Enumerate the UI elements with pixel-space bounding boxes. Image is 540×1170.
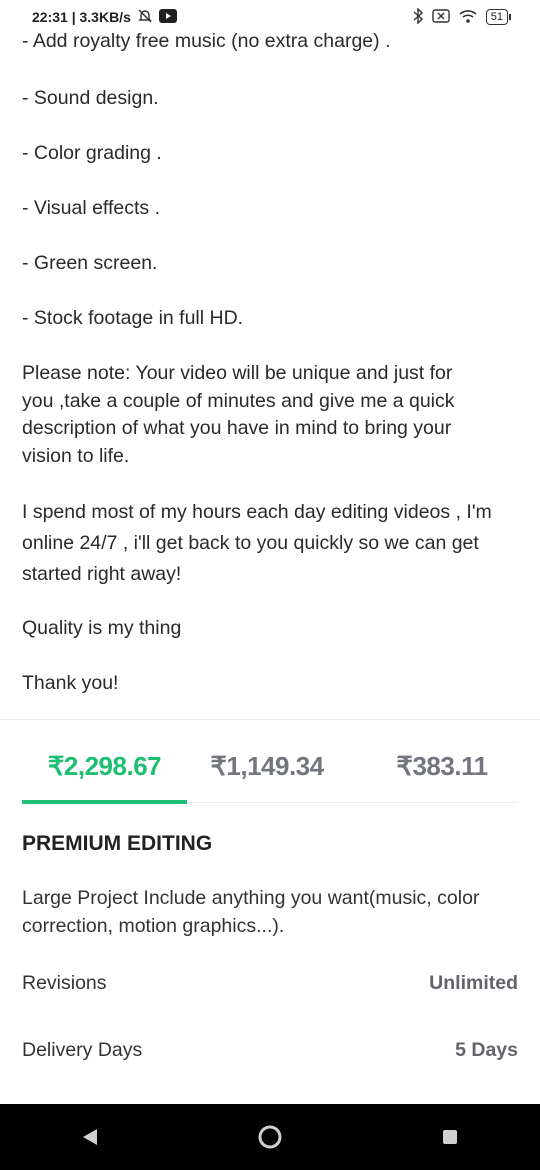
feature-item: - Add royalty free music (no extra charg… bbox=[22, 30, 391, 52]
delivery-row: Delivery Days 5 Days bbox=[22, 1039, 518, 1062]
tab-basic-price[interactable]: ₹2,298.67 bbox=[22, 730, 187, 802]
package-tabs: ₹2,298.67 ₹1,149.34 ₹383.11 bbox=[22, 730, 518, 804]
battery-indicator: 51 bbox=[485, 9, 512, 25]
bluetooth-icon bbox=[412, 6, 424, 27]
delivery-label: Delivery Days bbox=[22, 1039, 143, 1061]
recents-icon[interactable] bbox=[420, 1107, 480, 1167]
status-time-speed: 22:31 | 3.3KB/s bbox=[32, 9, 131, 25]
mute-bell-icon bbox=[137, 8, 153, 27]
feature-item: - Visual effects . bbox=[22, 197, 161, 219]
active-tab-indicator bbox=[22, 800, 187, 804]
tab-standard-price[interactable]: ₹1,149.34 bbox=[192, 730, 342, 802]
feature-item: - Green screen. bbox=[22, 252, 158, 274]
back-icon[interactable] bbox=[60, 1107, 120, 1167]
package-title: PREMIUM EDITING bbox=[22, 832, 213, 855]
feature-item: - Color grading . bbox=[22, 142, 162, 164]
thanks-text: Thank you! bbox=[22, 672, 119, 694]
sim-x-icon bbox=[432, 8, 450, 27]
availability-paragraph: I spend most of my hours each day editin… bbox=[22, 501, 492, 585]
feature-item: - Sound design. bbox=[22, 87, 159, 109]
home-icon[interactable] bbox=[240, 1107, 300, 1167]
revisions-value: Unlimited bbox=[429, 972, 518, 994]
status-left: 22:31 | 3.3KB/s bbox=[32, 8, 177, 27]
wifi-icon bbox=[458, 8, 478, 27]
quality-text: Quality is my thing bbox=[22, 617, 182, 639]
note-paragraph: Please note: Your video will be unique a… bbox=[22, 362, 455, 467]
system-nav-bar bbox=[0, 1104, 540, 1170]
revisions-row: Revisions Unlimited bbox=[22, 972, 518, 995]
section-divider bbox=[0, 719, 540, 720]
youtube-icon bbox=[158, 8, 177, 26]
package-description: Large Project Include anything you want(… bbox=[22, 887, 480, 937]
tab-premium-price[interactable]: ₹383.11 bbox=[367, 730, 517, 802]
status-right: 51 bbox=[412, 6, 512, 27]
revisions-label: Revisions bbox=[22, 972, 107, 994]
feature-item: - Stock footage in full HD. bbox=[22, 307, 244, 329]
status-bar: 22:31 | 3.3KB/s 51 bbox=[0, 0, 540, 34]
delivery-value: 5 Days bbox=[455, 1039, 518, 1061]
